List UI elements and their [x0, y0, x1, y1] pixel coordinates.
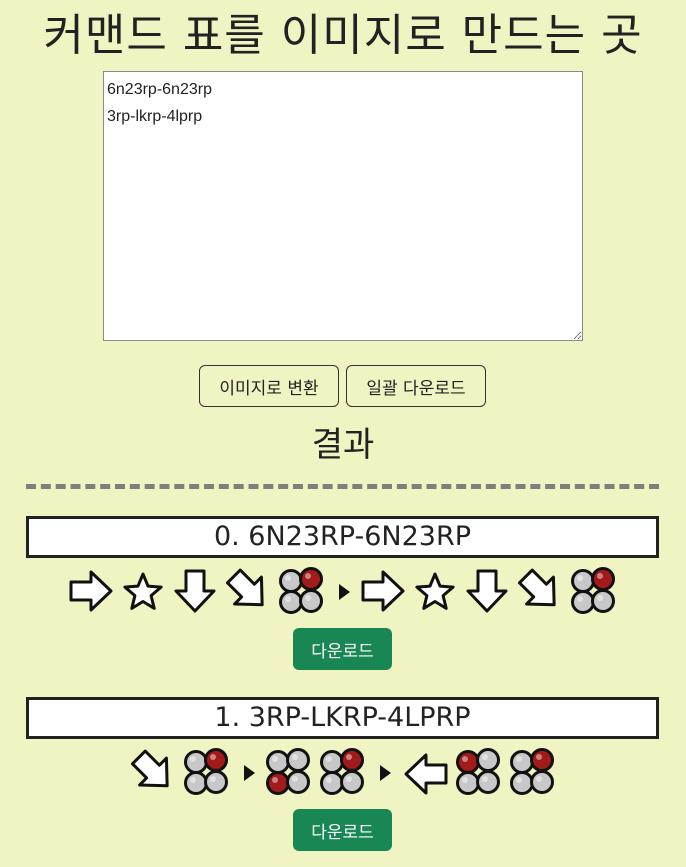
arrow-down-right-icon: [225, 568, 264, 607]
neutral-star-icon: [415, 572, 455, 610]
button-rp-icon: [571, 567, 615, 614]
page-title: 커맨드 표를 이미지로 만드는 곳: [43, 10, 643, 61]
button-rp-icon: [510, 748, 554, 795]
separator-icon: [380, 765, 391, 781]
separator-icon: [339, 584, 350, 600]
result-card: 1. 3RP-LKRP-4LPRP 다운로드: [0, 697, 686, 867]
arrow-right-icon: [361, 570, 405, 612]
button-rp-icon: [320, 748, 364, 795]
button-rp-icon: [184, 748, 228, 795]
arrow-left-icon: [404, 753, 448, 795]
button-rp-icon: [279, 567, 323, 614]
result-card: 0. 6N23RP-6N23RP 다운로드: [0, 516, 686, 686]
bulk-download-button[interactable]: 일괄 다운로드: [346, 365, 486, 407]
button-lk-icon: [266, 748, 310, 795]
divider: [26, 484, 659, 489]
download-button[interactable]: 다운로드: [293, 809, 392, 851]
arrow-down-right-icon: [517, 568, 556, 607]
command-input[interactable]: [103, 71, 583, 341]
result-label: 0. 6N23RP-6N23RP: [26, 516, 659, 558]
download-button[interactable]: 다운로드: [293, 628, 392, 670]
neutral-star-icon: [123, 572, 163, 610]
command-icons: [0, 745, 686, 801]
arrow-down-icon: [466, 569, 508, 613]
button-lp-icon: [456, 748, 500, 795]
convert-to-image-button[interactable]: 이미지로 변환: [199, 365, 339, 407]
arrow-down-icon: [174, 569, 216, 613]
arrow-down-right-icon: [130, 749, 169, 788]
result-label: 1. 3RP-LKRP-4LPRP: [26, 697, 659, 739]
command-icons: [0, 564, 686, 620]
results-heading: 결과: [311, 425, 375, 465]
separator-icon: [244, 765, 255, 781]
arrow-right-icon: [69, 570, 113, 612]
